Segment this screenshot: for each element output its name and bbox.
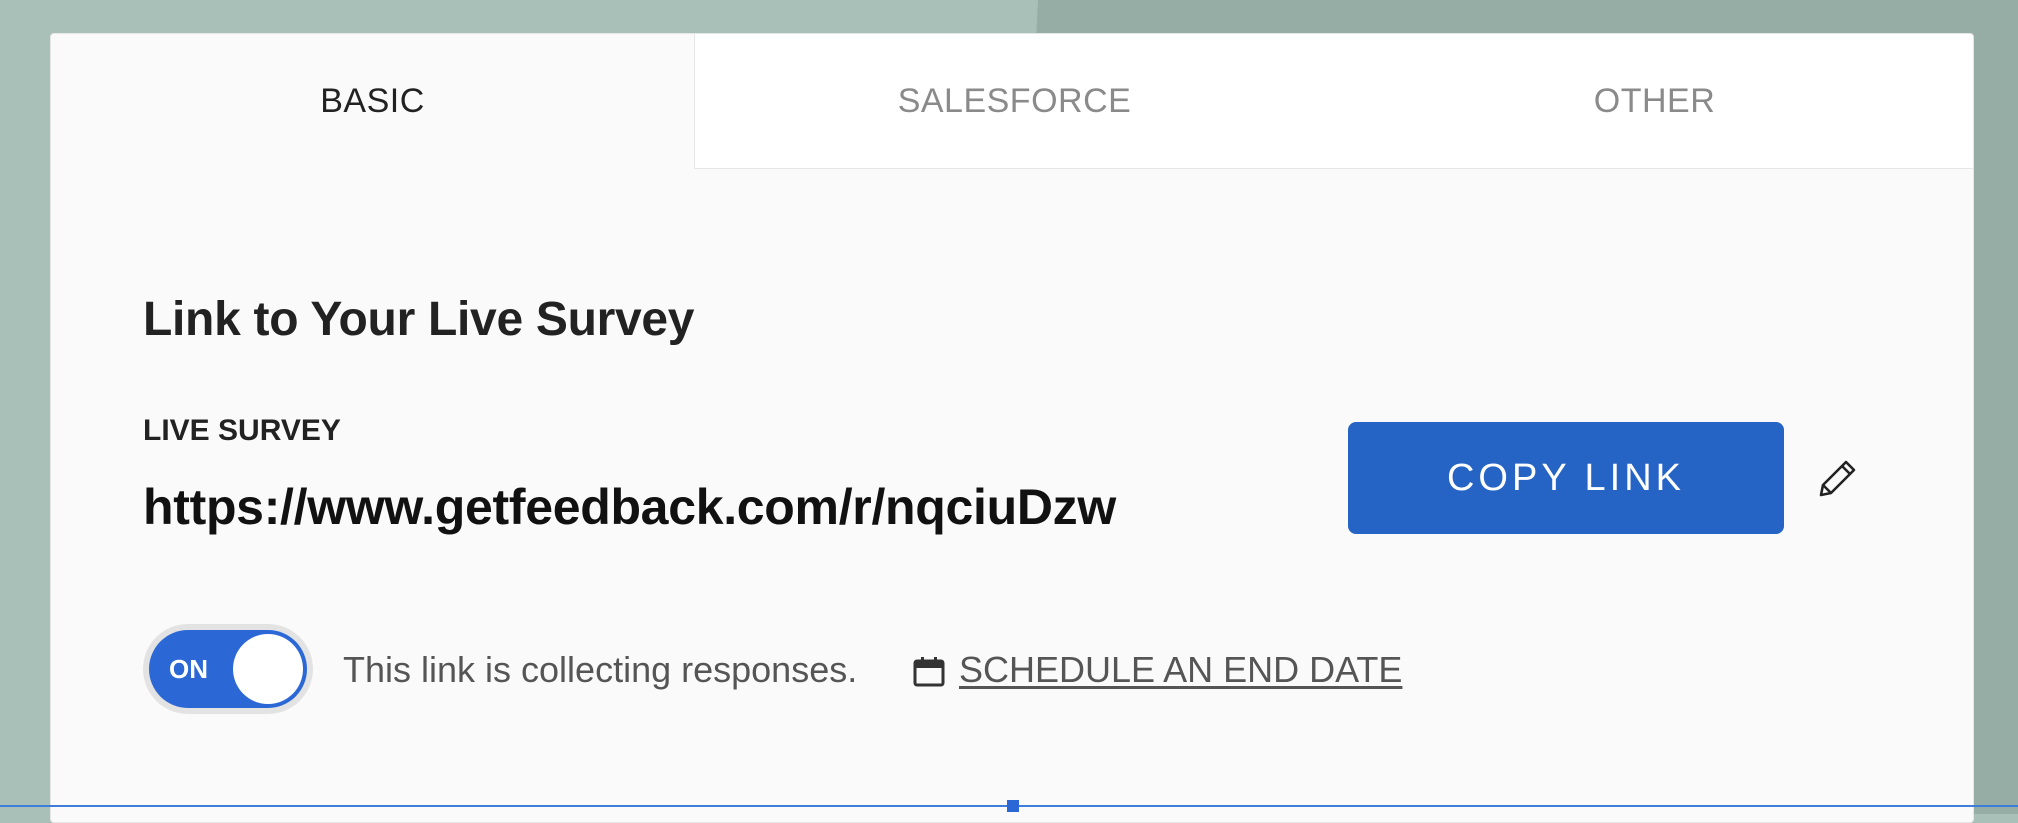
calendar-icon (911, 653, 947, 689)
collecting-status-text: This link is collecting responses. (343, 649, 858, 690)
resize-handle[interactable] (1007, 800, 1019, 812)
toggle-track: ON (149, 630, 307, 708)
tab-salesforce[interactable]: SALESFORCE (694, 34, 1334, 169)
tab-basic[interactable]: BASIC (51, 34, 694, 169)
tab-other[interactable]: OTHER (1334, 34, 1973, 169)
tab-bar: BASIC SALESFORCE OTHER (51, 34, 1973, 169)
pencil-icon[interactable] (1813, 453, 1863, 503)
copy-link-label: COPY LINK (1446, 456, 1686, 499)
copy-link-button[interactable]: COPY LINK (1348, 422, 1784, 534)
live-survey-label: LIVE SURVEY (143, 414, 341, 447)
share-card: BASIC SALESFORCE OTHER Link to Your Live… (50, 33, 1974, 823)
toggle-knob (233, 634, 303, 704)
toggle-state-label: ON (169, 654, 208, 684)
schedule-end-date-link[interactable]: SCHEDULE AN END DATE (959, 648, 1402, 692)
collecting-toggle[interactable]: ON (143, 624, 313, 714)
survey-url: https://www.getfeedback.com/r/nqciuDzw (143, 479, 1116, 535)
section-title: Link to Your Live Survey (143, 293, 695, 346)
